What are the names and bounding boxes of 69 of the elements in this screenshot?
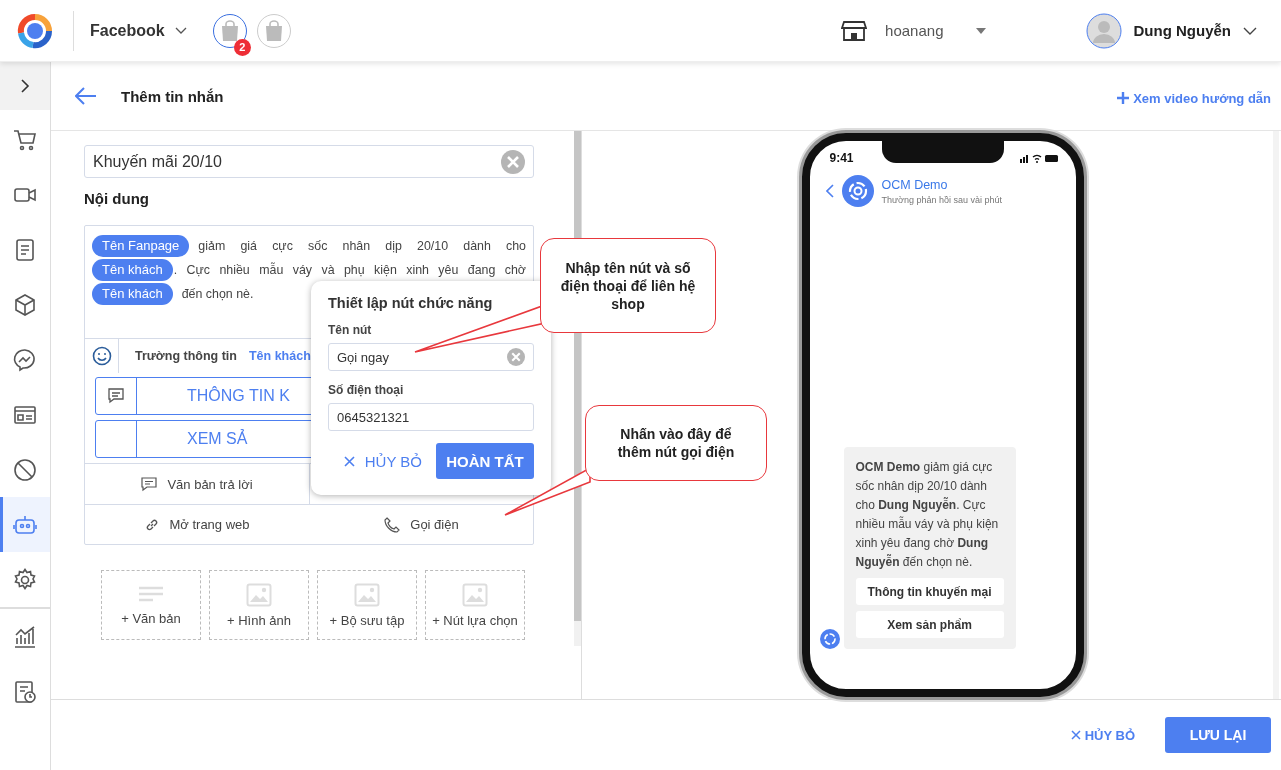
- chevron-icon: [1243, 26, 1257, 35]
- plus-icon: [1117, 92, 1130, 104]
- cancel-button[interactable]: HỦY BỎ: [1070, 727, 1135, 743]
- variable-chip[interactable]: Tên khách: [92, 259, 173, 281]
- image-icon: [246, 582, 272, 607]
- message-text: OCM Demo giảm giá cực sốc nhân dịp 20/10 dành cho Dung Nguyễn. Cực nhiều mẫu váy và phụ kiện xinh yêu đang chờ Dung Nguyễn đến chọn nè.: [855, 459, 1000, 571]
- store-dropdown[interactable]: hoanang: [885, 22, 986, 39]
- variable-chip[interactable]: Tên Fanpage: [92, 235, 190, 257]
- help-video-link[interactable]: Xem video hướng dẫn: [1117, 90, 1271, 106]
- back-arrow-icon[interactable]: [75, 87, 97, 105]
- message-text: . Cực nhiều mẫu váy và phụ kiện xinh yêu đang chờ: [173, 261, 526, 279]
- popup-title: Thiết lập nút chức năng: [328, 295, 494, 311]
- save-button[interactable]: LƯU LẠI: [1165, 717, 1271, 753]
- messenger-icon: [13, 347, 37, 372]
- phone-icon: [384, 516, 401, 533]
- add-block-tile[interactable]: + Bộ sưu tập: [317, 570, 417, 640]
- block-icon: [13, 457, 37, 482]
- emoji-icon[interactable]: [91, 346, 112, 366]
- back-icon[interactable]: [825, 184, 834, 198]
- button-type-option[interactable]: Văn bản trả lời: [85, 464, 310, 504]
- field-option[interactable]: Tên khách: [248, 349, 311, 363]
- field-label: Trường thông tin: [135, 349, 237, 363]
- page-avatar-icon: [819, 629, 840, 649]
- chevron-right-icon: [20, 79, 30, 93]
- add-block-tile[interactable]: + Văn bản: [101, 570, 201, 640]
- image-icon: [462, 582, 488, 607]
- settings-icon: [13, 567, 37, 592]
- response-status: Thường phản hồi sau vài phút: [881, 194, 1002, 205]
- cart-icon: [13, 127, 37, 152]
- button-type-option[interactable]: Mở trang web: [85, 504, 310, 544]
- message-button[interactable]: Xem sản phẩm: [855, 611, 1004, 638]
- phone-field[interactable]: 0645321321: [328, 403, 534, 431]
- content-label: Nội dung: [84, 190, 150, 207]
- add-block-tile[interactable]: + Hình ảnh: [209, 570, 309, 640]
- field-label: Tên nút: [328, 323, 373, 337]
- report-icon: [13, 679, 37, 704]
- image-icon: [354, 582, 380, 607]
- done-button[interactable]: HOÀN TẤT: [436, 443, 534, 479]
- box-icon: [13, 292, 37, 317]
- user-menu[interactable]: Dung Nguyễn: [1085, 12, 1257, 49]
- callout: Nhập tên nút và số điện thoại để liên hệ shop: [540, 238, 716, 333]
- field-label: Số điện thoại: [328, 383, 405, 397]
- page-avatar-icon: [841, 175, 874, 207]
- message-button[interactable]: Thông tin khuyến mại: [855, 578, 1004, 605]
- status-time: 9:41: [829, 151, 854, 165]
- caret-icon: [975, 27, 986, 34]
- shopping-bag-icon: [263, 19, 284, 42]
- avatar-icon: [1085, 12, 1122, 49]
- message-icon: [107, 387, 125, 405]
- sidebar-item[interactable]: [0, 497, 50, 552]
- shopping-bag-icon: [219, 19, 240, 42]
- message-icon: [141, 476, 158, 492]
- callout: Nhấn vào đây để thêm nút gọi điện: [585, 405, 767, 481]
- page-name: OCM Demo: [881, 177, 949, 192]
- link-icon: [145, 517, 160, 532]
- message-text: giảm giá cực sốc nhân dịp 20/10 dành cho: [198, 238, 526, 255]
- chevron-icon: [174, 26, 187, 35]
- add-block-tile[interactable]: + Nút lựa chọn: [425, 570, 525, 640]
- status-icons: [1019, 153, 1060, 163]
- name-field[interactable]: Khuyến mãi 20/10: [84, 145, 534, 178]
- chart-icon: [13, 624, 37, 649]
- close-icon: [1070, 730, 1081, 740]
- close-icon: [343, 455, 355, 467]
- store-icon: [841, 19, 868, 42]
- page-title: Thêm tin nhắn: [121, 87, 224, 105]
- document-icon: [13, 237, 37, 262]
- variable-chip[interactable]: Tên khách: [92, 283, 173, 305]
- channel-dropdown[interactable]: Facebook: [90, 21, 187, 40]
- message-text: đến chọn nè.: [181, 286, 254, 303]
